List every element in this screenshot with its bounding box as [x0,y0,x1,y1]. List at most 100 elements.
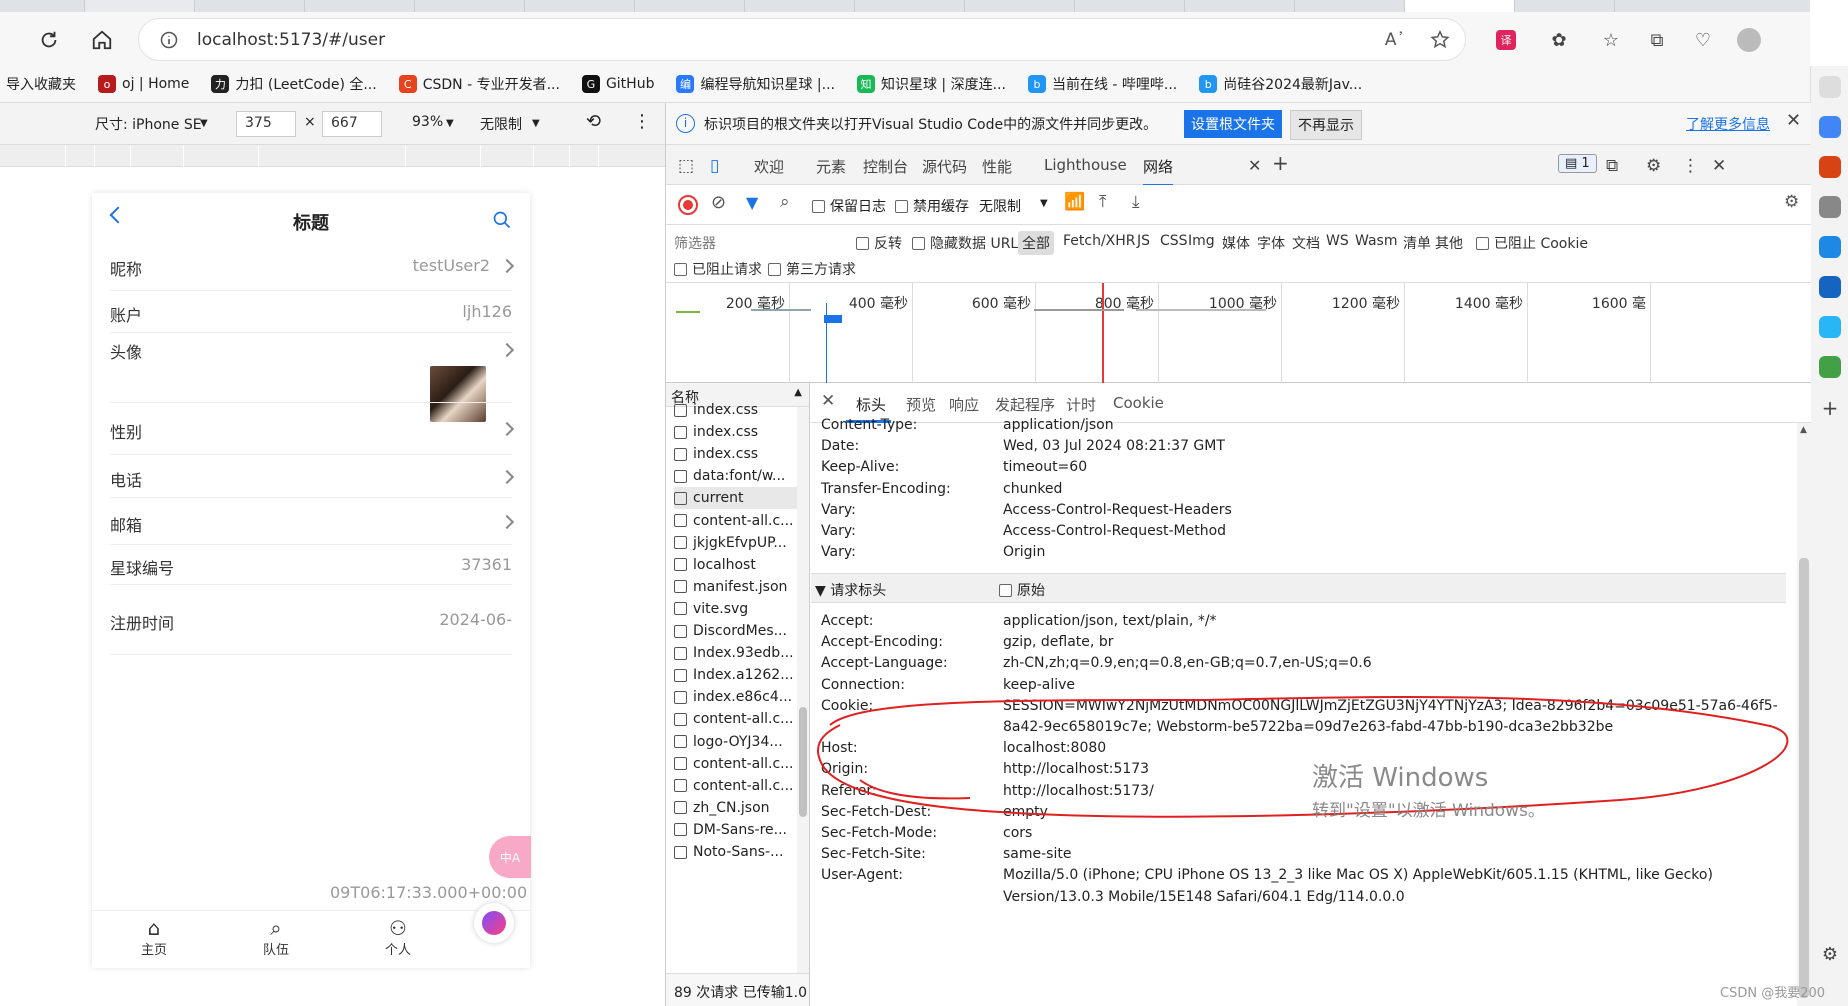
browser-tab[interactable] [1515,0,1615,12]
favorite-star-icon[interactable] [1429,29,1451,51]
browser-tab[interactable] [1185,0,1295,12]
request-row[interactable]: content-all.c... [674,753,802,775]
request-row[interactable]: localhost [674,554,802,576]
chevron-down-icon[interactable]: ▼ [532,118,540,129]
dont-show-again-button[interactable]: 不再显示 [1290,110,1362,140]
request-row[interactable]: logo-OYJ34... [674,731,802,753]
details-scrollbar[interactable]: ▲ [1797,423,1811,1006]
import-har-icon[interactable]: ⤒ [1099,192,1107,212]
add-tab-icon[interactable]: + [1272,151,1289,175]
close-devtools-icon[interactable]: ✕ [1712,156,1726,176]
bookmark-item[interactable]: o oj | Home [98,75,189,93]
dock-icon[interactable]: ⧉ [1606,156,1618,176]
search-icon[interactable] [492,210,512,230]
request-row[interactable]: vite.svg [674,598,802,620]
browser-tab[interactable] [1295,0,1405,12]
clear-icon[interactable]: ⊘ [711,192,726,213]
bookmark-item[interactable]: C CSDN - 专业开发者... [398,74,560,94]
bookmark-item[interactable]: 知知识星球 | 深度连... [856,74,1006,94]
search-icon[interactable]: ⌕ [780,192,790,212]
filter-input[interactable]: 筛选器 [674,233,716,253]
type-filter[interactable]: 清单 [1399,231,1435,255]
settings-icon[interactable]: ⚙ [1646,156,1661,176]
throttle-dropdown[interactable]: 无限制 [480,114,522,134]
detail-tab[interactable]: 响应 [949,394,979,415]
type-filter[interactable]: 全部 [1018,231,1054,255]
detail-tab[interactable]: 计时 [1066,394,1096,415]
devtools-tab[interactable]: Lighthouse [1044,156,1127,174]
blocked-requests-checkbox[interactable]: 已阻止请求 [674,259,762,279]
tab-user[interactable]: ⚇ 个人 [368,917,428,958]
type-filter[interactable]: JS [1133,231,1154,251]
tree-icon[interactable] [1819,356,1841,378]
request-headers-section[interactable]: ▼ 请求标头 原始 [811,573,1786,603]
detail-tab[interactable]: 发起程序 [995,394,1055,415]
ai-assistant-button[interactable] [474,903,514,943]
bookmark-item[interactable]: 导入收藏夹 [6,74,76,94]
browser-tab[interactable] [1075,0,1185,12]
translate-float-button[interactable]: 中A [489,836,531,878]
network-overview[interactable]: 200 毫秒 400 毫秒 600 毫秒 800 毫秒 1000 毫秒 1200 毫秒 14… [666,283,1811,383]
close-details-icon[interactable]: ✕ [821,391,835,411]
section-title[interactable]: ▼ 请求标头 [815,580,886,600]
settings-icon[interactable]: ⚙ [1819,944,1841,966]
bookmark-item[interactable]: b 当前在线 - 哔哩哔... [1027,74,1177,94]
profile-avatar[interactable] [1735,27,1763,53]
reload-button[interactable] [34,25,64,55]
detail-tab[interactable]: 预览 [906,394,936,415]
filter-icon[interactable]: ▼ [746,193,758,212]
devtools-tab[interactable]: 控制台 [863,156,908,177]
games-icon[interactable] [1819,236,1841,258]
tab-home[interactable]: ⌂ 主页 [124,917,184,958]
devtools-tab[interactable]: 网络 [1143,156,1174,186]
rotate-icon[interactable]: ⟲ [586,111,601,132]
info-icon[interactable] [159,30,179,50]
detail-tab[interactable]: Cookie [1113,394,1164,412]
browser-tab-strip[interactable] [0,0,1810,12]
read-aloud-icon[interactable]: A᾿ [1385,30,1405,50]
request-row[interactable]: Index.a1262... [674,664,802,686]
browser-tab[interactable] [415,0,525,12]
request-row[interactable]: Noto-Sans-... [674,841,802,863]
search-icon[interactable] [1819,76,1841,98]
request-row[interactable]: content-all.c... [674,708,802,730]
request-row[interactable]: index.css [674,421,802,443]
invert-checkbox[interactable]: 反转 [856,233,902,253]
profile-row[interactable]: 头像 [110,333,515,403]
request-row[interactable]: zh_CN.json [674,797,802,819]
blocked-cookies-checkbox[interactable]: 已阻止 Cookie [1476,233,1588,253]
bookmark-item[interactable]: 力力扣 (LeetCode) 全... [211,74,377,94]
profile-row[interactable]: 性别 [110,403,515,455]
browser-tab[interactable] [195,0,305,12]
request-row[interactable]: manifest.json [674,576,802,598]
request-row[interactable]: Index.93edb... [674,642,802,664]
request-row[interactable]: current [674,487,802,510]
outlook-icon[interactable] [1819,276,1841,298]
extensions-icon[interactable]: ✿ [1545,27,1573,53]
hide-data-urls-checkbox[interactable]: 隐藏数据 URL [912,233,1018,253]
request-row[interactable]: index.css [674,399,802,421]
preserve-log-checkbox[interactable]: 保留日志 [812,196,886,216]
record-icon[interactable] [678,195,698,215]
request-row[interactable]: jkjgkEfvpUP... [674,532,802,554]
type-filter[interactable]: 其他 [1431,231,1467,255]
home-button[interactable] [87,25,117,55]
request-row[interactable]: content-all.c... [674,775,802,797]
request-row[interactable]: content-all.c... [674,510,802,532]
request-list-scrollbar[interactable] [797,407,809,973]
add-icon[interactable]: + [1819,396,1841,420]
request-row[interactable]: DiscordMes... [674,620,802,642]
close-tab-icon[interactable]: ✕ [1248,156,1261,175]
bookmark-item[interactable]: G GitHub [581,75,654,93]
throttle-select[interactable]: 无限制 [979,196,1021,216]
tab-search[interactable]: ⌕ 队伍 [246,917,306,958]
sort-up-icon[interactable]: ▲ [794,387,802,398]
favorites-icon[interactable]: ☆ [1597,27,1625,53]
url-text[interactable]: localhost:5173/#/user [197,30,385,50]
network-settings-icon[interactable]: ⚙ [1784,192,1799,212]
browser-tab[interactable] [855,0,965,12]
address-bar[interactable]: localhost:5173/#/user A᾿ [138,18,1466,61]
translate-extension-icon[interactable]: 译 [1492,27,1520,53]
request-row[interactable]: index.e86c4... [674,686,802,708]
type-filter[interactable]: WS [1322,231,1353,251]
